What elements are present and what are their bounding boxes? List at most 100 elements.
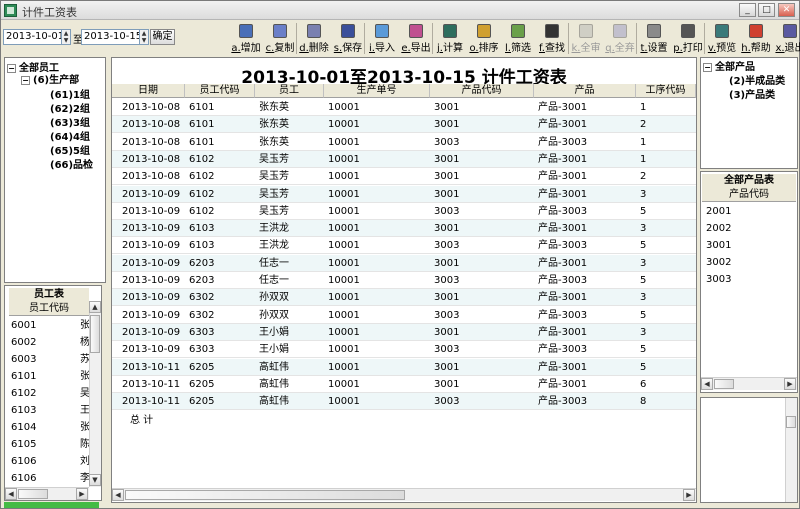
table-cell[interactable]: 产品-3001 — [538, 376, 636, 393]
product-code-cell[interactable]: 2002 — [706, 220, 766, 237]
table-cell[interactable]: 产品-3001 — [538, 186, 636, 203]
table-cell[interactable]: 2 — [640, 168, 696, 185]
toolbar-button-filter[interactable]: l.筛选 — [501, 22, 535, 55]
toolbar-button-add[interactable]: a.增加 — [229, 22, 263, 55]
column-header[interactable]: 工序代码 — [636, 84, 696, 98]
table-cell[interactable]: 2013-10-09 — [122, 307, 185, 324]
employee-vscroll[interactable]: ▲ ▼ — [89, 301, 101, 487]
table-cell[interactable]: 10001 — [328, 186, 430, 203]
table-cell[interactable]: 5 — [640, 237, 696, 254]
toolbar-button-discard-all[interactable]: q.全弃 — [603, 22, 637, 55]
table-cell[interactable]: 产品-3003 — [538, 272, 636, 289]
toolbar-button-binoculars[interactable]: f.查找 — [535, 22, 569, 55]
toolbar-button-print[interactable]: p.打印 — [671, 22, 705, 55]
product-hscroll[interactable]: ◀ ▶ — [701, 377, 797, 390]
table-cell[interactable]: 2013-10-09 — [122, 255, 185, 272]
table-cell[interactable]: 6102 — [189, 186, 255, 203]
table-cell[interactable]: 5 — [640, 203, 696, 220]
table-cell[interactable]: 产品-3001 — [538, 116, 636, 133]
table-cell[interactable]: 6102 — [189, 168, 255, 185]
table-cell[interactable]: 3001 — [434, 186, 534, 203]
table-cell[interactable]: 10001 — [328, 151, 430, 168]
table-cell[interactable]: 3 — [640, 220, 696, 237]
tree-node-group[interactable]: (66)品检 — [50, 156, 93, 171]
table-cell[interactable]: 张东英 — [259, 99, 324, 116]
table-cell[interactable]: 3003 — [434, 134, 534, 151]
table-cell[interactable]: 2013-10-09 — [122, 203, 185, 220]
scroll-thumb[interactable] — [90, 315, 100, 353]
table-cell[interactable]: 吴玉芳 — [259, 168, 324, 185]
maximize-button[interactable]: □ — [758, 3, 775, 17]
employee-code-cell[interactable]: 6104 — [11, 419, 51, 436]
employee-code-cell[interactable]: 6001 — [11, 317, 51, 334]
table-cell[interactable]: 吴玉芳 — [259, 203, 324, 220]
table-cell[interactable]: 3001 — [434, 376, 534, 393]
table-cell[interactable]: 2013-10-09 — [122, 186, 185, 203]
column-header[interactable]: 产品代码 — [430, 84, 534, 98]
scroll-left-icon[interactable]: ◀ — [5, 488, 17, 500]
table-cell[interactable]: 产品-3003 — [538, 393, 636, 410]
tree-node-group[interactable]: (65)5组 — [50, 142, 90, 157]
table-cell[interactable]: 2013-10-09 — [122, 272, 185, 289]
table-cell[interactable]: 3003 — [434, 341, 534, 358]
table-cell[interactable]: 10001 — [328, 393, 430, 410]
table-cell[interactable]: 2013-10-09 — [122, 220, 185, 237]
table-cell[interactable]: 3 — [640, 289, 696, 306]
table-cell[interactable]: 2013-10-11 — [122, 393, 185, 410]
toolbar-button-import[interactable]: i.导入 — [365, 22, 399, 55]
toolbar-button-exit[interactable]: x.退出 — [773, 22, 800, 55]
memo-vscroll[interactable] — [785, 398, 797, 502]
table-cell[interactable]: 3 — [640, 186, 696, 203]
table-cell[interactable]: 吴玉芳 — [259, 151, 324, 168]
table-cell[interactable]: 2013-10-08 — [122, 151, 185, 168]
column-header[interactable]: 产品 — [534, 84, 636, 98]
table-cell[interactable]: 10001 — [328, 324, 430, 341]
table-cell[interactable]: 王小娟 — [259, 324, 324, 341]
toolbar-button-copy[interactable]: c.复制 — [263, 22, 297, 55]
employee-code-cell[interactable]: 6105 — [11, 436, 51, 453]
table-cell[interactable]: 任志一 — [259, 255, 324, 272]
table-cell[interactable]: 6205 — [189, 359, 255, 376]
table-cell[interactable]: 3001 — [434, 324, 534, 341]
main-hscroll[interactable]: ◀ ▶ — [112, 488, 696, 501]
table-cell[interactable]: 10001 — [328, 359, 430, 376]
employee-hscroll[interactable]: ◀ ▶ — [5, 487, 89, 500]
scroll-left-icon[interactable]: ◀ — [112, 489, 124, 501]
product-memo[interactable] — [700, 397, 798, 503]
table-cell[interactable]: 6101 — [189, 134, 255, 151]
table-cell[interactable]: 孙双双 — [259, 289, 324, 306]
tree-node-group[interactable]: (64)4组 — [50, 128, 90, 143]
employee-code-cell[interactable]: 6101 — [11, 368, 51, 385]
scroll-left-icon[interactable]: ◀ — [701, 378, 713, 390]
table-cell[interactable]: 6102 — [189, 203, 255, 220]
product-code-header[interactable]: 产品代码 — [702, 188, 796, 202]
table-cell[interactable]: 6 — [640, 376, 696, 393]
table-cell[interactable]: 6103 — [189, 237, 255, 254]
table-cell[interactable]: 3003 — [434, 237, 534, 254]
table-cell[interactable]: 1 — [640, 99, 696, 116]
table-cell[interactable]: 3001 — [434, 220, 534, 237]
table-cell[interactable]: 6103 — [189, 220, 255, 237]
table-cell[interactable]: 3003 — [434, 272, 534, 289]
tree-node-category[interactable]: (3)产品类 — [729, 86, 775, 101]
table-cell[interactable]: 2013-10-11 — [122, 376, 185, 393]
tree-node-group[interactable]: (61)1组 — [50, 86, 90, 101]
scroll-thumb[interactable] — [714, 379, 734, 389]
table-cell[interactable]: 5 — [640, 341, 696, 358]
table-cell[interactable]: 3 — [640, 255, 696, 272]
tree-node-group[interactable]: (62)2组 — [50, 100, 90, 115]
table-cell[interactable]: 吴玉芳 — [259, 186, 324, 203]
table-cell[interactable]: 5 — [640, 307, 696, 324]
table-cell[interactable]: 1 — [640, 134, 696, 151]
table-cell[interactable]: 10001 — [328, 99, 430, 116]
table-cell[interactable]: 6203 — [189, 272, 255, 289]
table-cell[interactable]: 10001 — [328, 237, 430, 254]
employee-code-cell[interactable]: 6102 — [11, 385, 51, 402]
employee-code-cell[interactable]: 6106 — [11, 470, 51, 487]
table-cell[interactable]: 10001 — [328, 289, 430, 306]
table-cell[interactable]: 高虹伟 — [259, 393, 324, 410]
minimize-button[interactable]: _ — [739, 3, 756, 17]
table-cell[interactable]: 产品-3001 — [538, 99, 636, 116]
table-cell[interactable]: 2013-10-08 — [122, 168, 185, 185]
product-code-cell[interactable]: 2001 — [706, 203, 766, 220]
